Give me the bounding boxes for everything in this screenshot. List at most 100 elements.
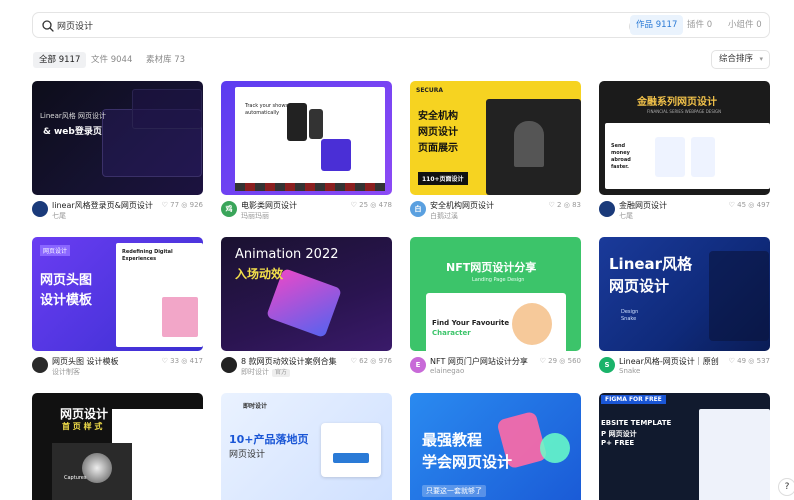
- view-count: 478: [378, 201, 392, 209]
- heart-icon: ♡: [728, 201, 735, 209]
- filter-files[interactable]: 文件 9044: [91, 52, 132, 68]
- scope-widgets[interactable]: 小组件 0: [722, 15, 768, 35]
- thumb-text: 110+页面设计: [418, 172, 468, 185]
- avatar[interactable]: E: [410, 357, 426, 373]
- thumb-text: 网页设计: [60, 407, 109, 421]
- thumb-text: Track your shows: [245, 103, 289, 109]
- view-count: 976: [378, 357, 392, 365]
- avatar[interactable]: S: [599, 357, 615, 373]
- card-stats: ♡ 45 ◎ 497: [729, 201, 770, 209]
- card-thumbnail[interactable]: Linear风格 网页设计 Design Snake: [599, 237, 770, 351]
- card-thumbnail[interactable]: 即时设计 10+产品落地页 网页设计: [221, 393, 392, 500]
- card-meta: E NFT 网页门户网站设计分享 elainegao ♡ 29 ◎ 560: [410, 355, 581, 377]
- eye-icon: ◎: [370, 201, 377, 209]
- scope-works[interactable]: 作品 9117: [630, 15, 684, 35]
- scope-plugins[interactable]: 插件 0: [681, 15, 718, 35]
- card-meta: 白 安全机构网页设计 白鹅过溪 ♡ 2 ◎ 83: [410, 199, 581, 221]
- like-count: 49: [737, 357, 747, 365]
- card-author[interactable]: Snake: [619, 367, 640, 375]
- thumb-text: 金融系列网页设计: [637, 97, 717, 108]
- card-title[interactable]: 安全机构网页设计: [430, 200, 545, 211]
- eye-icon: ◎: [181, 201, 188, 209]
- card-thumbnail[interactable]: SECURA 安全机构 网页设计 页面展示 110+页面设计: [410, 81, 581, 195]
- card-thumbnail[interactable]: 金融系列网页设计 FINANCIAL SERIES WEBPAGE DESIGN…: [599, 81, 770, 195]
- heart-icon: ♡: [161, 357, 168, 365]
- thumb-text: Send money abroad faster.: [611, 143, 631, 170]
- thumb-text: & web登录页: [43, 127, 102, 137]
- card-meta: 网页头图 设计模板 设计制客 ♡ 33 ◎ 417: [32, 355, 203, 377]
- filter-label: 素材库: [146, 55, 172, 65]
- card-meta: 鸡 电影类网页设计 玛丽玛丽 ♡ 25 ◎ 478: [221, 199, 392, 221]
- heart-icon: ♡: [350, 201, 357, 209]
- thumb-text: 网页设计: [229, 450, 266, 460]
- eye-icon: ◎: [563, 201, 570, 209]
- eye-icon: ◎: [748, 357, 755, 365]
- avatar[interactable]: [599, 201, 615, 217]
- card-thumbnail[interactable]: 网页设计 网页头图 设计模板 Redefining Digital Experi…: [32, 237, 203, 351]
- scope-label: 插件: [687, 20, 705, 30]
- card-thumbnail[interactable]: Track your shows automatically: [221, 81, 392, 195]
- avatar[interactable]: 白: [410, 201, 426, 217]
- card-author[interactable]: 七尾: [619, 211, 633, 221]
- sort-label: 综合排序: [719, 54, 754, 64]
- search-results-page: × 作品 9117 插件 0 小组件 0 全部 9117 文件 9044 素材库…: [0, 0, 794, 500]
- thumb-text: 页面展示: [418, 143, 458, 154]
- filter-all[interactable]: 全部 9117: [33, 52, 87, 68]
- thumb-text: 即时设计: [243, 403, 268, 410]
- sort-dropdown[interactable]: 综合排序 ▾: [711, 50, 770, 69]
- eye-icon: ◎: [748, 201, 755, 209]
- thumb-text: Linear风格: [609, 255, 693, 273]
- card-stats: ♡ 25 ◎ 478: [351, 201, 392, 209]
- avatar[interactable]: 鸡: [221, 201, 237, 217]
- card-author[interactable]: 即时设计 官方: [241, 367, 291, 377]
- card-thumbnail[interactable]: Linear风格 网页设计 & web登录页: [32, 81, 203, 195]
- view-count: 926: [189, 201, 203, 209]
- heart-icon: ♡: [728, 357, 735, 365]
- thumb-text: Find Your Favourite: [432, 319, 510, 327]
- card-author[interactable]: 白鹅过溪: [430, 211, 458, 221]
- scope-count: 0: [756, 20, 762, 30]
- search-input[interactable]: [57, 17, 377, 34]
- card-thumbnail[interactable]: 最强教程 学会网页设计 只要这一套就够了: [410, 393, 581, 500]
- view-count: 83: [572, 201, 581, 209]
- thumb-text: 网页设计: [418, 127, 458, 138]
- like-count: 2: [557, 201, 562, 209]
- card-title[interactable]: 电影类网页设计: [241, 200, 356, 211]
- card-meta: linear风格登录页&网页设计 七尾 ♡ 77 ◎ 926: [32, 199, 203, 221]
- card-stats: ♡ 49 ◎ 537: [729, 357, 770, 365]
- filter-count: 73: [174, 55, 186, 65]
- card-thumbnail[interactable]: Animation 2022 入场动效: [221, 237, 392, 351]
- thumb-text: 设计模板: [40, 293, 93, 308]
- scope-label: 小组件: [728, 20, 754, 30]
- card-title[interactable]: 8 款网页动效设计案例合集: [241, 356, 356, 367]
- card-author[interactable]: elainegao: [430, 367, 464, 375]
- card-title[interactable]: NFT 网页门户网站设计分享: [430, 356, 545, 367]
- card-author[interactable]: 玛丽玛丽: [241, 211, 269, 221]
- thumb-text: P+ FREE: [601, 439, 635, 447]
- card-thumbnail[interactable]: 网页设计 首 页 样 式 Captures: [32, 393, 203, 500]
- filter-assets[interactable]: 素材库 73: [146, 52, 185, 68]
- scope-count: 9117: [655, 20, 678, 30]
- avatar[interactable]: [221, 357, 237, 373]
- thumb-text: FINANCIAL SERIES WEBPAGE DESIGN: [647, 109, 722, 114]
- like-count: 45: [737, 201, 747, 209]
- avatar[interactable]: [32, 357, 48, 373]
- avatar[interactable]: [32, 201, 48, 217]
- thumb-text: Linear风格 网页设计: [40, 112, 106, 120]
- like-count: 62: [359, 357, 369, 365]
- card-title[interactable]: 金融网页设计: [619, 200, 734, 211]
- eye-icon: ◎: [559, 357, 566, 365]
- eye-icon: ◎: [181, 357, 188, 365]
- card-title[interactable]: 网页头图 设计模板: [52, 356, 167, 367]
- thumb-text: 只要这一套就够了: [422, 485, 486, 497]
- card-thumbnail[interactable]: NFT网页设计分享 Landing Page Design Find Your …: [410, 237, 581, 351]
- card-author[interactable]: 七尾: [52, 211, 66, 221]
- card-meta: 8 款网页动效设计案例合集 即时设计 官方 ♡ 62 ◎ 976: [221, 355, 392, 377]
- card-title[interactable]: linear风格登录页&网页设计: [52, 200, 167, 211]
- card-thumbnail[interactable]: FIGMA FOR FREE EBSITE TEMPLATE P 网页设计 P+…: [599, 393, 770, 500]
- card-author[interactable]: 设计制客: [52, 367, 80, 377]
- heart-icon: ♡: [539, 357, 546, 365]
- help-button[interactable]: ?: [778, 478, 794, 496]
- card-title[interactable]: Linear风格-网页设计｜原创: [619, 356, 734, 367]
- thumb-text: 入场动效: [235, 267, 284, 281]
